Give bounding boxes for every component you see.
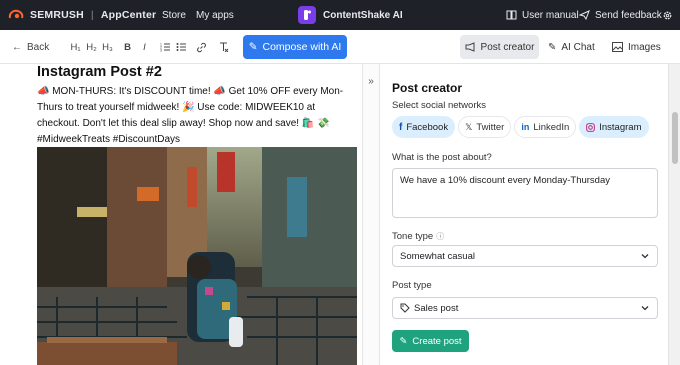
bullet-list-button[interactable] [174, 35, 189, 59]
post-body[interactable]: 📣 MON-THURS: It's DISCOUNT time! 📣 Get 1… [37, 84, 357, 148]
tone-value: Somewhat casual [400, 250, 475, 262]
tag-icon [400, 303, 410, 313]
send-icon [579, 10, 590, 20]
network-chip-twitter[interactable]: 𝕏 Twitter [458, 116, 512, 138]
compose-label: Compose with AI [262, 41, 342, 53]
panel-title: Post creator [392, 81, 463, 95]
sparkle-pen-icon: ✎ [548, 41, 557, 53]
network-chip-facebook[interactable]: f Facebook [392, 116, 456, 138]
brand-name: SEMRUSH [30, 9, 84, 21]
networks-label: Select social networks [392, 100, 486, 111]
tone-label: Tone type [392, 231, 434, 242]
heading3-button[interactable]: H₃ [100, 35, 115, 59]
app-name: ContentShake AI [323, 9, 403, 21]
post-type-value: Sales post [414, 302, 459, 314]
panel-collapse-handle[interactable]: » [362, 64, 380, 365]
clear-format-icon [220, 42, 229, 52]
nav-my-apps-link[interactable]: My apps [196, 0, 234, 30]
send-feedback-link[interactable]: Send feedback [579, 0, 662, 30]
images-label: Images [628, 41, 661, 53]
heading1-button[interactable]: H₁ [68, 35, 83, 59]
tone-label-row: Tone type ⓘ [392, 231, 444, 242]
network-chip-linkedin[interactable]: in LinkedIn [514, 116, 577, 138]
ai-chat-label: AI Chat [561, 41, 595, 53]
twitter-icon: 𝕏 [465, 121, 473, 132]
italic-button[interactable]: I [137, 35, 152, 59]
ai-chat-tab[interactable]: ✎ AI Chat [548, 35, 595, 59]
brand-separator: | [90, 9, 94, 21]
about-label: What is the post about? [392, 152, 492, 163]
double-chevron-right-icon: » [368, 76, 374, 87]
post-title[interactable]: Instagram Post #2 [37, 64, 162, 80]
facebook-icon: f [399, 121, 403, 133]
chip-label: Facebook [406, 121, 449, 133]
bold-button[interactable]: B [120, 35, 135, 59]
user-manual-link[interactable]: User manual [506, 0, 579, 30]
top-bar: SEMRUSH | AppCenter Store My apps Conten… [0, 0, 680, 30]
link-button[interactable] [194, 35, 209, 59]
bullet-list-icon [176, 43, 186, 51]
back-button[interactable]: ← Back [12, 35, 49, 59]
link-icon [197, 42, 206, 52]
ordered-list-button[interactable]: 123 [158, 35, 173, 59]
chip-label: Twitter [476, 121, 505, 133]
post-type-select[interactable]: Sales post [392, 297, 658, 319]
editor-toolbar: ← Back H₁ H₂ H₃ B I 123 ✎ Compose with A… [0, 30, 680, 64]
send-feedback-label: Send feedback [595, 9, 662, 21]
post-creator-label: Post creator [480, 41, 535, 53]
tone-select[interactable]: Somewhat casual [392, 245, 658, 267]
chip-label: Instagram [599, 121, 642, 133]
svg-text:3: 3 [160, 49, 162, 53]
megaphone-icon [465, 42, 475, 52]
compose-with-ai-button[interactable]: ✎ Compose with AI [243, 35, 347, 59]
post-type-label: Post type [392, 280, 432, 291]
brand-section: AppCenter [100, 9, 157, 21]
ordered-list-icon: 123 [160, 43, 170, 53]
image-icon [612, 42, 623, 52]
create-post-label: Create post [412, 335, 462, 347]
instagram-icon [586, 122, 596, 132]
post-creator-tab[interactable]: Post creator [460, 35, 539, 59]
create-post-button[interactable]: ✎ Create post [392, 330, 469, 352]
user-manual-label: User manual [522, 9, 579, 21]
semrush-logo[interactable]: SEMRUSH | AppCenter [8, 0, 156, 30]
app-title: ContentShake AI [298, 0, 403, 30]
heading2-button[interactable]: H₂ [84, 35, 99, 59]
network-chip-instagram[interactable]: Instagram [579, 116, 649, 138]
panel-scrollbar[interactable] [668, 64, 680, 365]
network-chips: f Facebook 𝕏 Twitter in LinkedIn Instagr… [392, 116, 649, 138]
pen-icon: ✎ [248, 41, 258, 53]
chevron-down-icon [641, 306, 649, 311]
scroll-thumb[interactable] [672, 112, 678, 164]
settings-gear-icon[interactable] [662, 0, 673, 30]
info-icon[interactable]: ⓘ [436, 231, 444, 242]
chevron-down-icon [641, 254, 649, 259]
post-image[interactable] [37, 147, 357, 365]
nav-store-link[interactable]: Store [162, 0, 186, 30]
images-tab[interactable]: Images [612, 35, 661, 59]
linkedin-icon: in [521, 122, 530, 132]
book-icon [506, 10, 517, 20]
chip-label: LinkedIn [533, 121, 570, 133]
back-label: Back [27, 41, 50, 53]
semrush-flame-icon [8, 9, 24, 19]
post-creator-panel: Post creator Select social networks f Fa… [380, 64, 668, 365]
contentshake-app-icon [298, 6, 316, 24]
arrow-left-icon: ← [12, 41, 22, 53]
clear-format-button[interactable] [216, 35, 231, 59]
post-editor[interactable]: Instagram Post #2 📣 MON-THURS: It's DISC… [0, 64, 362, 365]
pen-icon: ✎ [399, 335, 408, 347]
post-about-textarea[interactable]: We have a 10% discount every Monday-Thur… [392, 168, 658, 218]
